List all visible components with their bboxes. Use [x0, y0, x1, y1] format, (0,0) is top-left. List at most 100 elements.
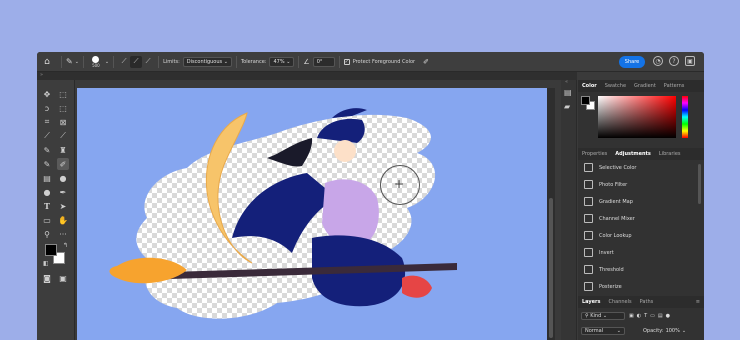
- tab-libraries[interactable]: Libraries: [655, 151, 685, 157]
- history-brush-tool[interactable]: ✎: [41, 158, 53, 170]
- quick-mask-icon: ◙: [43, 273, 51, 283]
- filter-shape-icon[interactable]: ▭: [650, 313, 655, 319]
- eyedropper-tool[interactable]: ⟋: [41, 130, 53, 142]
- tab-color[interactable]: Color: [578, 83, 601, 89]
- collapse-arrows-icon[interactable]: «: [565, 79, 568, 85]
- adjustment-item[interactable]: Color Lookup: [584, 228, 632, 243]
- hand-icon: ✋: [58, 215, 68, 225]
- sampling-once-button[interactable]: ⟋: [130, 55, 143, 68]
- tab-properties[interactable]: Properties: [578, 151, 611, 157]
- color-field[interactable]: [598, 96, 676, 138]
- hand-tool[interactable]: ✋: [57, 214, 69, 226]
- lasso-tool[interactable]: ↄ: [41, 102, 53, 114]
- learn-panel-icon[interactable]: ▤: [564, 88, 572, 97]
- limits-dropdown[interactable]: Discontiguous ⌄: [182, 56, 232, 67]
- crosshair-icon: +: [394, 177, 405, 191]
- lasso-icon: ↄ: [44, 103, 50, 113]
- brush-tip-icon: [92, 55, 100, 63]
- swap-colors-icon[interactable]: ↰: [63, 242, 68, 249]
- droplet-icon: ●: [59, 173, 67, 183]
- hue-slider[interactable]: [682, 96, 688, 138]
- clone-stamp-tool[interactable]: ♜: [57, 144, 69, 156]
- sampling-background-button[interactable]: ⟋: [142, 52, 154, 71]
- type-tool[interactable]: T: [41, 200, 53, 212]
- tolerance-label: Tolerance:: [240, 58, 267, 65]
- brush-tool[interactable]: ✎: [41, 144, 53, 156]
- move-tool[interactable]: ✥: [41, 88, 53, 100]
- adjustment-item[interactable]: Threshold: [584, 262, 624, 277]
- tool-preset-picker[interactable]: ✎ ⌄: [66, 52, 79, 71]
- sampling-continuous-button[interactable]: ⟋: [118, 52, 130, 71]
- adjustment-item[interactable]: Gradient Map: [584, 194, 633, 209]
- adjustment-item[interactable]: Photo Filter: [584, 177, 627, 192]
- tab-paths[interactable]: Paths: [636, 299, 658, 305]
- default-colors-icon[interactable]: ◧: [43, 260, 49, 267]
- blend-mode-dropdown[interactable]: Normal ⌄: [581, 327, 625, 335]
- adjustment-item[interactable]: Posterize: [584, 279, 622, 294]
- tab-adjustments[interactable]: Adjustments: [611, 151, 655, 157]
- color-panel-tabs: Color Swatche Gradient Patterns: [578, 80, 704, 92]
- chevron-down-icon[interactable]: ⌄: [682, 328, 686, 334]
- crop-tool[interactable]: ⌗: [41, 116, 53, 128]
- tolerance-field[interactable]: 47% ⌄: [269, 56, 295, 67]
- quick-mask-button[interactable]: ◙: [41, 272, 53, 284]
- tab-channels[interactable]: Channels: [605, 299, 636, 305]
- adjustment-item[interactable]: Channel Mixer: [584, 211, 635, 226]
- scrollbar-thumb[interactable]: [549, 198, 553, 338]
- artboard-tool[interactable]: ⬚: [57, 88, 69, 100]
- witch-shoe: [402, 275, 432, 298]
- adjustments-scrollbar[interactable]: [698, 164, 701, 204]
- crop-icon: ⌗: [44, 117, 50, 126]
- adjustment-item[interactable]: Invert: [584, 245, 614, 260]
- document-canvas[interactable]: +: [77, 88, 547, 340]
- zoom-tool[interactable]: ⚲: [41, 228, 53, 240]
- home-button[interactable]: ⌂: [37, 52, 57, 71]
- panel-fg-swatch[interactable]: [581, 96, 590, 105]
- pressure-size-icon[interactable]: ✐: [423, 58, 429, 66]
- filter-smart-object-icon[interactable]: ▤: [658, 313, 663, 319]
- help-button[interactable]: ?: [669, 56, 679, 66]
- filter-type-icon[interactable]: T: [644, 313, 647, 319]
- angle-field[interactable]: 0°: [312, 56, 335, 67]
- tab-patterns[interactable]: Patterns: [660, 83, 689, 89]
- vertical-scrollbar[interactable]: [547, 88, 555, 340]
- filter-toggle-icon[interactable]: ●: [666, 313, 670, 319]
- dodge-tool[interactable]: ●: [41, 186, 53, 198]
- workspace-button[interactable]: ▣: [685, 56, 695, 66]
- filter-adjustment-icon[interactable]: ◐: [637, 313, 641, 319]
- brush-picker[interactable]: 500: [88, 52, 104, 71]
- screen-mode-button[interactable]: ▣: [57, 272, 69, 284]
- filter-pixel-icon[interactable]: ▣: [629, 313, 634, 319]
- opacity-value[interactable]: 100%: [666, 328, 680, 334]
- protect-foreground-checkbox[interactable]: ✓: [343, 58, 350, 65]
- object-selection-tool[interactable]: ⬚: [57, 102, 69, 114]
- more-tools-button[interactable]: ···: [57, 228, 69, 240]
- blur-tool[interactable]: ●: [57, 172, 69, 184]
- background-eraser-tool[interactable]: ✐: [57, 158, 69, 170]
- frame-tool[interactable]: ⊠: [57, 116, 69, 128]
- comments-panel-icon[interactable]: ▰: [564, 102, 570, 111]
- chevron-down-icon[interactable]: ⌄: [105, 59, 109, 65]
- layer-kind-dropdown[interactable]: ⚲ Kind ⌄: [581, 312, 625, 320]
- learn-button[interactable]: ◔: [653, 56, 663, 66]
- collapse-arrows-icon[interactable]: »: [40, 72, 43, 78]
- tab-swatches[interactable]: Swatche: [601, 83, 630, 89]
- tab-gradients[interactable]: Gradient: [630, 83, 660, 89]
- adjustment-item[interactable]: Selective Color: [584, 160, 637, 175]
- witch-face: [334, 140, 356, 162]
- spot-healing-tool[interactable]: ⟋: [57, 130, 69, 142]
- artboard-icon: ⬚: [59, 89, 67, 99]
- rectangle-tool[interactable]: ▭: [41, 214, 53, 226]
- foreground-color-swatch[interactable]: [45, 244, 57, 256]
- blend-mode-value: Normal: [585, 328, 604, 334]
- tab-layers[interactable]: Layers: [578, 299, 605, 305]
- pen-tool[interactable]: ✒: [57, 186, 69, 198]
- gradient-tool[interactable]: ▤: [41, 172, 53, 184]
- chevron-down-icon: ⌄: [616, 328, 621, 334]
- path-selection-tool[interactable]: ➤: [57, 200, 69, 212]
- blend-row: Normal ⌄ Opacity: 100% ⌄: [581, 326, 701, 336]
- panel-menu-icon[interactable]: ≡: [692, 299, 704, 305]
- share-button[interactable]: Share: [619, 56, 645, 68]
- zoom-icon: ⚲: [44, 229, 50, 239]
- color-lookup-icon: [584, 231, 593, 240]
